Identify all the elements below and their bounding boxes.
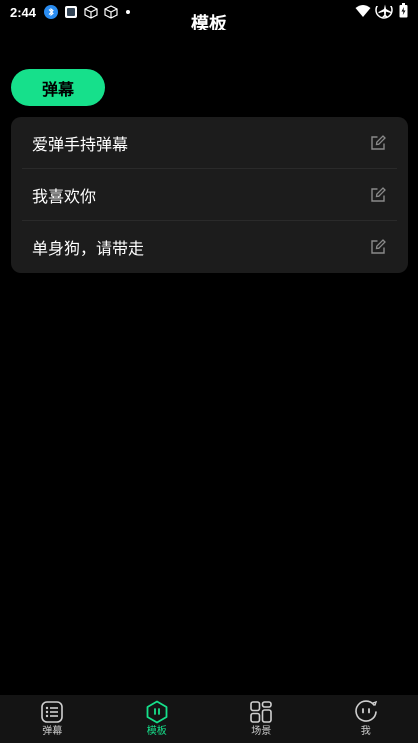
nav-label: 模板 [146, 726, 167, 737]
nav-label: 弹幕 [42, 726, 63, 737]
nav-item-template[interactable]: 模板 [105, 695, 210, 743]
template-icon [146, 700, 168, 724]
edit-button[interactable] [369, 134, 387, 152]
template-item[interactable]: 爱弹手持弹幕 [22, 117, 397, 169]
edit-icon [371, 134, 386, 150]
nav-item-scene[interactable]: 场景 [209, 695, 314, 743]
tab-danmaku[interactable]: 弹幕 [11, 69, 105, 106]
edit-icon [371, 186, 386, 202]
nav-item-me[interactable]: 我 [314, 695, 418, 743]
nav-label: 场景 [251, 726, 272, 737]
list-icon [41, 701, 64, 723]
edit-icon [371, 239, 386, 254]
template-item-text: 单身狗，请带走 [32, 239, 145, 258]
edit-button[interactable] [369, 186, 387, 204]
nav-label: 我 [360, 726, 371, 737]
bottom-nav: 弹幕 模板 场景 我 [0, 695, 418, 743]
grid-icon [250, 701, 273, 723]
template-item-text: 我喜欢你 [32, 186, 97, 206]
template-item-text: 爱弹手持弹幕 [32, 134, 129, 154]
help-icon[interactable] [374, 6, 394, 26]
template-item[interactable]: 单身狗，请带走 [22, 221, 397, 273]
nav-item-danmaku[interactable]: 弹幕 [0, 695, 105, 743]
template-item[interactable]: 我喜欢你 [22, 169, 397, 221]
page-title: 模板 [191, 14, 227, 30]
template-list: 爱弹手持弹幕 我喜欢你 单身狗，请带走 [11, 117, 408, 273]
face-icon [355, 700, 377, 722]
edit-button[interactable] [369, 238, 387, 256]
